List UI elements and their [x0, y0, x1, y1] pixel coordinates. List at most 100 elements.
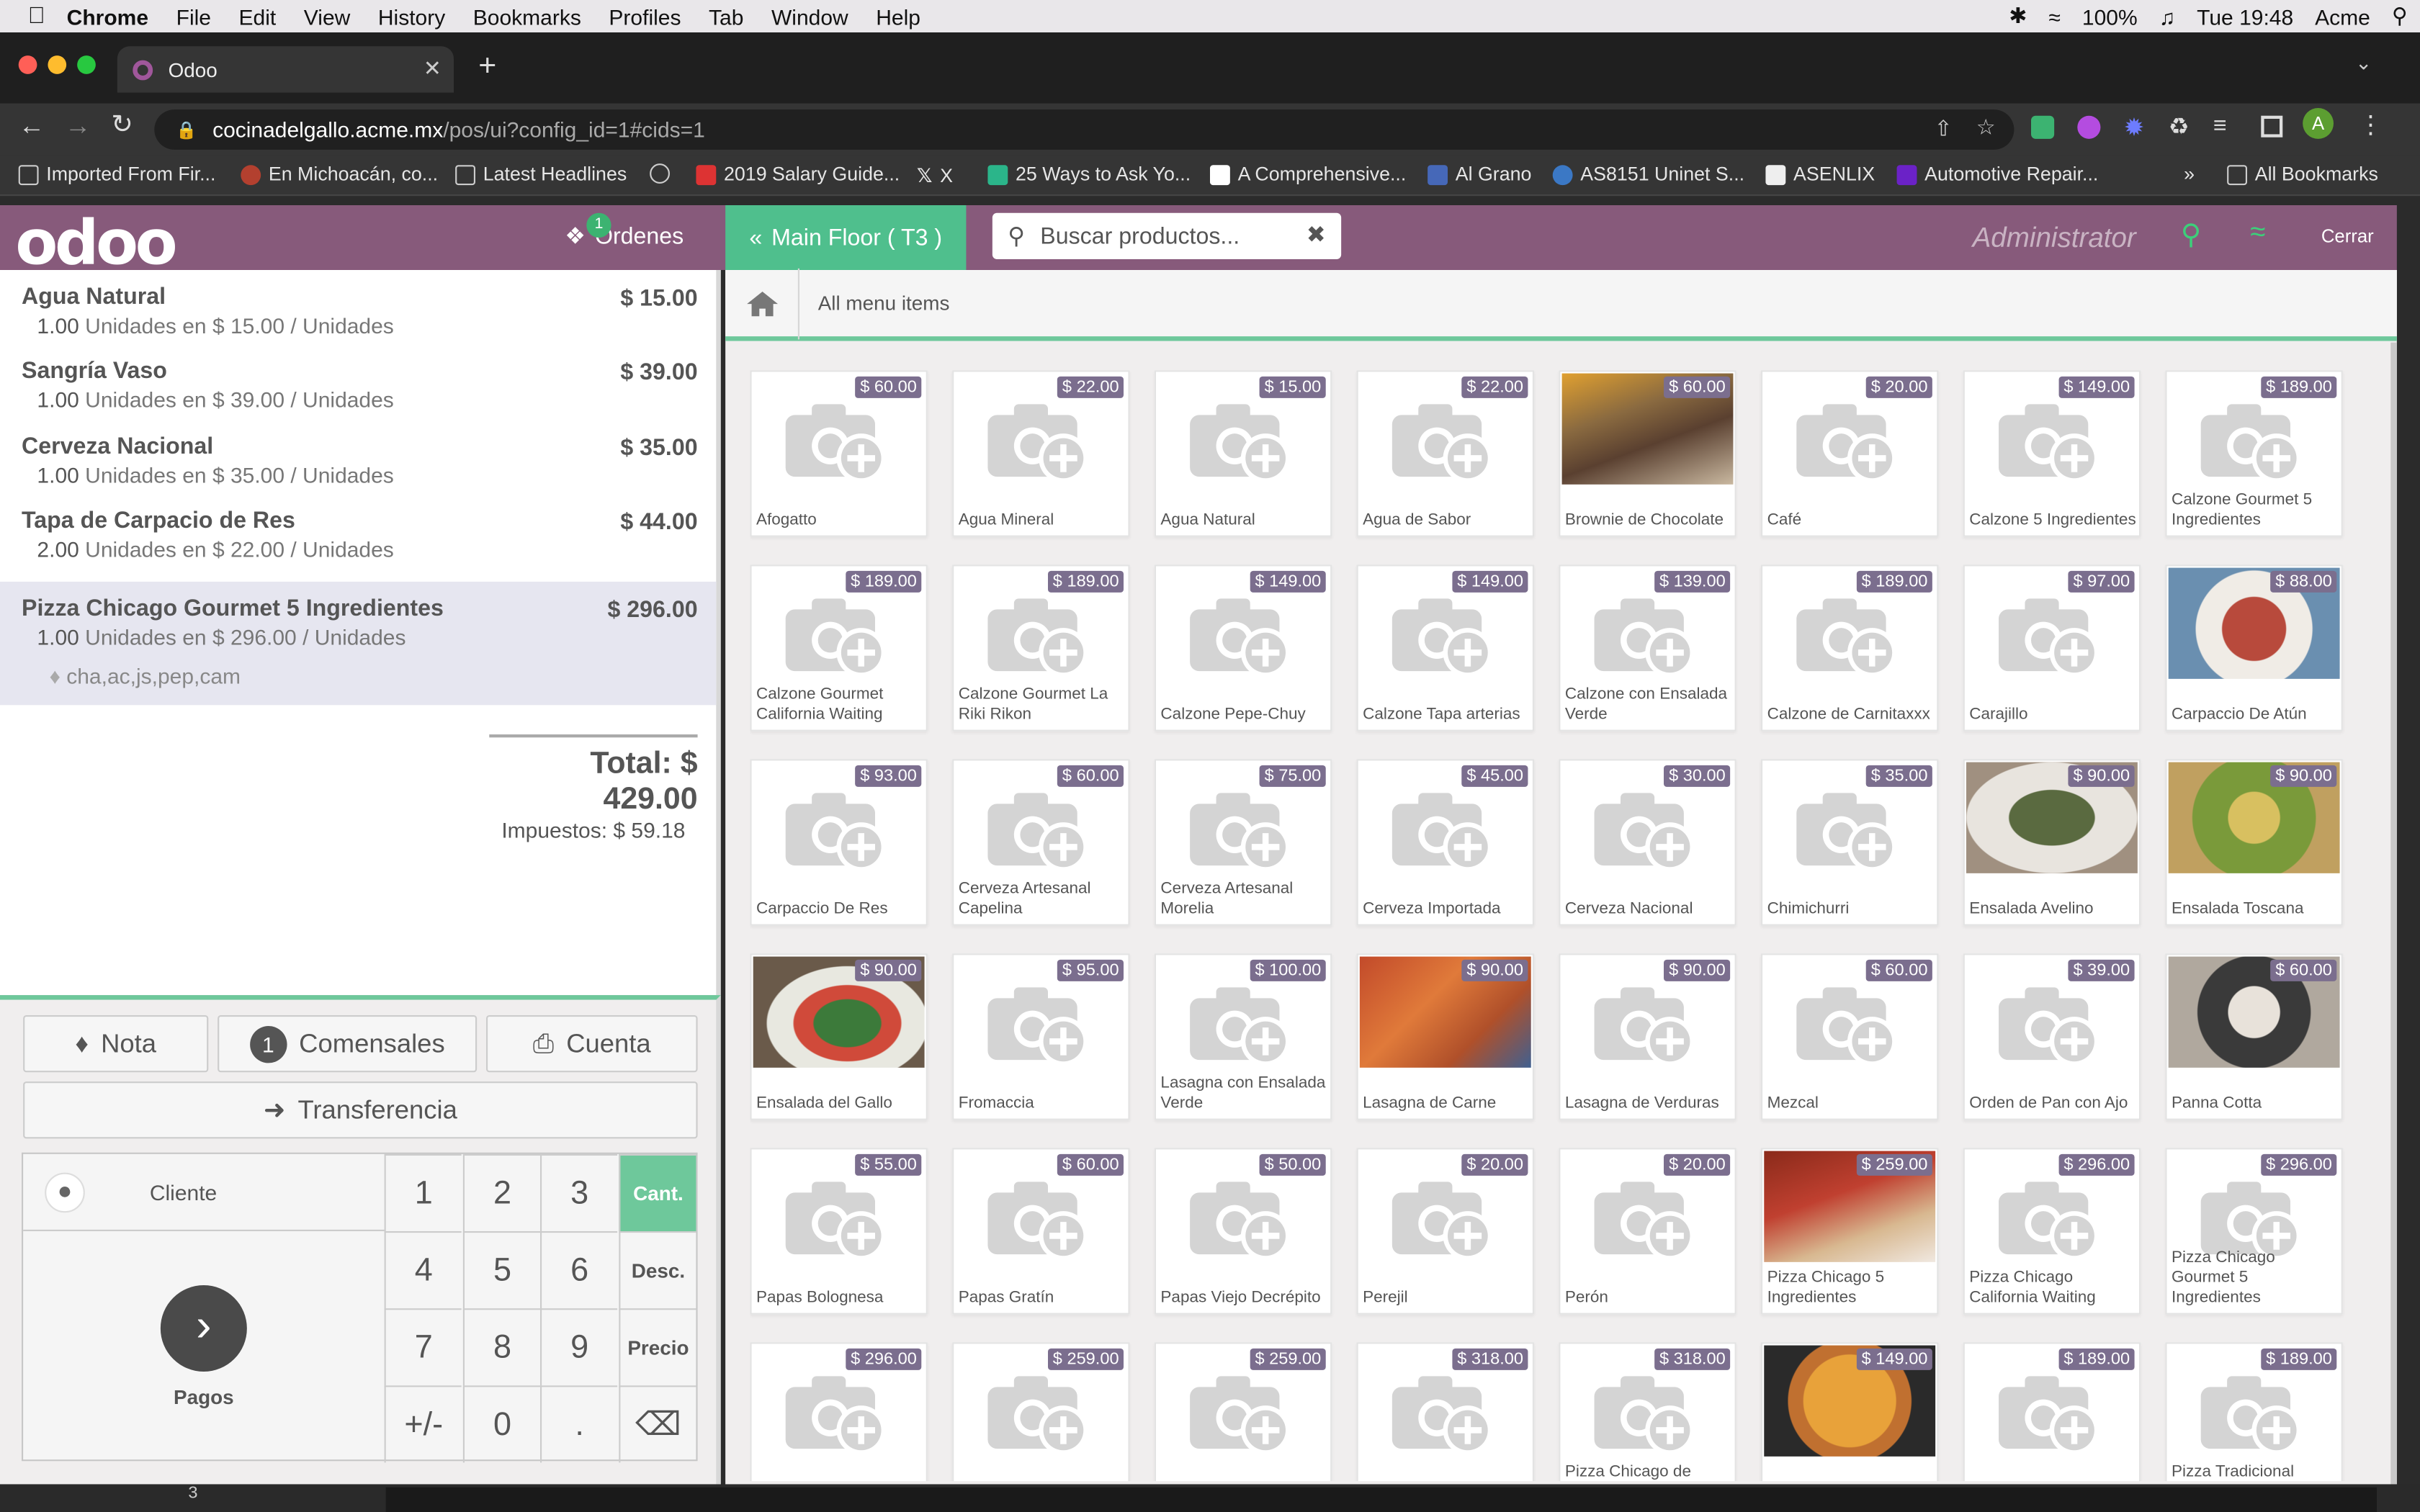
clock[interactable]: Tue 19:48 — [2197, 4, 2293, 28]
menu-edit[interactable]: Edit — [239, 4, 277, 28]
product-card[interactable]: $ 259.00 Pizza Chicago 5 Ingredientes — [1761, 1148, 1939, 1315]
bookmark-25-ways[interactable]: 25 Ways to Ask Yo... — [987, 163, 1191, 185]
orderline-selected[interactable]: Pizza Chicago Gourmet 5 Ingredientes $ 2… — [0, 581, 717, 706]
wifi-status-icon[interactable]: ≈ — [2250, 216, 2265, 248]
new-tab-icon[interactable]: + — [478, 50, 496, 85]
numpad-key-0[interactable]: 0 — [462, 1385, 540, 1463]
numpad-key-3[interactable]: 3 — [540, 1153, 618, 1231]
menu-file[interactable]: File — [176, 4, 211, 28]
product-card[interactable]: $ 20.00 Perejil — [1356, 1148, 1534, 1315]
product-card[interactable]: $ 90.00 Ensalada Avelino — [1963, 759, 2141, 926]
numpad-key-2[interactable]: 2 — [462, 1153, 540, 1231]
bookmark-folder-headlines[interactable]: Latest Headlines — [455, 163, 627, 185]
product-card[interactable]: $ 88.00 Carpaccio De Atún — [2165, 564, 2343, 732]
product-list-scrollbar[interactable] — [2390, 342, 2397, 1485]
share-icon[interactable]: ⇧ — [1935, 116, 1953, 142]
menu-profiles[interactable]: Profiles — [609, 4, 681, 28]
orders-button[interactable]: ❖ 1 Órdenes — [565, 212, 684, 250]
product-card[interactable]: $ 100.00 Lasagna con Ensalada Verde — [1154, 953, 1332, 1120]
product-card[interactable]: $ 60.00 Afogatto — [750, 370, 928, 537]
numpad-key-8[interactable]: 8 — [462, 1308, 540, 1386]
volume-icon[interactable]: ♫ — [2159, 4, 2176, 28]
address-bar[interactable]: 🔒 cocinadelgallo.acme.mx /pos/ui?config_… — [154, 109, 2015, 150]
product-card[interactable]: $ 60.00 Panna Cotta — [2165, 953, 2343, 1120]
product-card[interactable]: $ 259.00Pizza Chicago Tapa — [1154, 1342, 1332, 1482]
product-card[interactable]: $ 149.00 Calzone Pepe-Chuy — [1154, 564, 1332, 732]
bookmark-x[interactable]: 𝕏X — [917, 163, 953, 186]
mode-discount[interactable]: Desc. — [619, 1231, 696, 1309]
bookmark-globe[interactable] — [650, 163, 678, 184]
product-card[interactable]: $ 149.00 Calzone Tapa arterias — [1356, 564, 1534, 732]
minimize-window-icon[interactable] — [48, 55, 67, 74]
product-card[interactable]: $ 149.00Pizza Tradicional 5 — [1761, 1342, 1939, 1482]
clear-search-icon[interactable]: ✖ — [1307, 220, 1326, 248]
bookmark-michoacan[interactable]: En Michoacán, co... — [241, 163, 438, 185]
product-card[interactable]: $ 318.00Pizza Chicago de — [1356, 1342, 1534, 1482]
bookmark-as8151[interactable]: AS8151 Uninet S... — [1552, 163, 1744, 185]
product-card[interactable]: $ 60.00 Papas Gratín — [952, 1148, 1130, 1315]
back-icon[interactable]: ← — [19, 111, 45, 142]
product-card[interactable]: $ 55.00 Papas Bolognesa — [750, 1148, 928, 1315]
numpad-key-dot[interactable]: . — [540, 1385, 618, 1463]
close-tab-icon[interactable]: ✕ — [424, 55, 442, 81]
menu-history[interactable]: History — [378, 4, 445, 28]
bookmarks-overflow[interactable]: » — [2184, 163, 2195, 185]
transfer-button[interactable]: ➜ Transferencia — [23, 1081, 698, 1139]
menu-bookmarks[interactable]: Bookmarks — [473, 4, 581, 28]
backspace-icon[interactable]: ⌫ — [619, 1385, 696, 1463]
guests-button[interactable]: 1 Comensales — [218, 1015, 478, 1073]
orderline[interactable]: Tapa de Carpacio de Res $ 44.00 2.00 Uni… — [0, 494, 716, 562]
product-card[interactable]: $ 60.00 Mezcal — [1761, 953, 1939, 1120]
product-card[interactable]: $ 39.00 Orden de Pan con Ajo — [1963, 953, 2141, 1120]
menu-app-chrome[interactable]: Chrome — [67, 4, 148, 28]
product-card[interactable]: $ 60.00 Brownie de Chocolate — [1559, 370, 1736, 537]
product-card[interactable]: $ 318.00 Pizza Chicago de Pulled — [1559, 1342, 1736, 1482]
orderline[interactable]: Sangría Vaso $ 39.00 1.00 Unidades en $ … — [0, 344, 716, 412]
note-button[interactable]: ♦ Nota — [23, 1015, 209, 1073]
bookmark-salary-guide[interactable]: 2019 Salary Guide... — [696, 163, 900, 185]
bookmark-folder-imported[interactable]: Imported From Fir... — [18, 163, 215, 185]
numpad-key-4[interactable]: 4 — [384, 1231, 462, 1309]
reading-list-icon[interactable]: ≡ — [2213, 112, 2227, 138]
orderline[interactable]: Agua Natural $ 15.00 1.00 Unidades en $ … — [0, 270, 716, 338]
floor-table-button[interactable]: « Main Floor ( T3 ) — [725, 205, 967, 270]
numpad-key-5[interactable]: 5 — [462, 1231, 540, 1309]
product-card[interactable]: $ 20.00 Perón — [1559, 1148, 1736, 1315]
product-card[interactable]: $ 296.00 Pizza Chicago California Waiting — [1963, 1148, 2141, 1315]
product-card[interactable]: $ 45.00 Cerveza Importada — [1356, 759, 1534, 926]
bookmark-automotive[interactable]: Automotive Repair... — [1896, 163, 2098, 185]
close-session-button[interactable]: Cerrar — [2321, 225, 2374, 247]
numpad-key-6[interactable]: 6 — [540, 1231, 618, 1309]
product-card[interactable]: $ 30.00 Cerveza Nacional — [1559, 759, 1736, 926]
numpad-key-9[interactable]: 9 — [540, 1308, 618, 1386]
bluetooth-icon[interactable]: ✱ — [2009, 3, 2027, 29]
product-card[interactable]: $ 189.00 Calzone Gourmet La Riki Rikon — [952, 564, 1130, 732]
bookmark-star-icon[interactable]: ☆ — [1976, 114, 1996, 140]
menu-view[interactable]: View — [304, 4, 350, 28]
bookmark-comprehensive[interactable]: A Comprehensive... — [1210, 163, 1406, 185]
browser-tab-odoo[interactable]: Odoo ✕ — [117, 46, 454, 93]
extension-purple-icon[interactable] — [2077, 115, 2101, 139]
product-card[interactable]: $ 189.00 Calzone Gourmet 5 Ingredientes — [2165, 370, 2343, 537]
menu-window[interactable]: Window — [771, 4, 848, 28]
product-card[interactable]: $ 60.00 Cerveza Artesanal Capelina — [952, 759, 1130, 926]
wifi-icon[interactable]: ≈ — [2048, 4, 2060, 28]
orderline[interactable]: Cerveza Nacional $ 35.00 1.00 Unidades e… — [0, 420, 716, 487]
profile-avatar[interactable]: A — [2303, 108, 2334, 139]
bookmark-asenlix[interactable]: ASENLIX — [1765, 163, 1875, 185]
home-category-icon[interactable] — [725, 267, 799, 339]
product-card[interactable]: $ 296.00Pizza Chicago La Riki — [750, 1342, 928, 1482]
zoom-window-icon[interactable] — [77, 55, 96, 74]
product-card[interactable]: $ 189.00 Calzone Gourmet California Waiti… — [750, 564, 928, 732]
spotlight-search-icon[interactable]: ⚲ — [2392, 3, 2408, 29]
extension-check-icon[interactable] — [2031, 115, 2055, 139]
lock-icon[interactable]: 🔒 — [176, 120, 197, 140]
product-card[interactable]: $ 90.00 Ensalada Toscana — [2165, 759, 2343, 926]
all-bookmarks[interactable]: All Bookmarks — [2227, 163, 2378, 185]
product-card[interactable]: $ 15.00 Agua Natural — [1154, 370, 1332, 537]
chrome-menu-icon[interactable]: ⋮ — [2358, 109, 2383, 140]
product-card[interactable]: $ 189.00 Pizza Tradicional Gourmet Califo… — [2165, 1342, 2343, 1482]
product-card[interactable]: $ 93.00 Carpaccio De Res — [750, 759, 928, 926]
numpad-key-plusminus[interactable]: +/- — [384, 1385, 462, 1463]
user-name[interactable]: Acme — [2315, 4, 2370, 28]
